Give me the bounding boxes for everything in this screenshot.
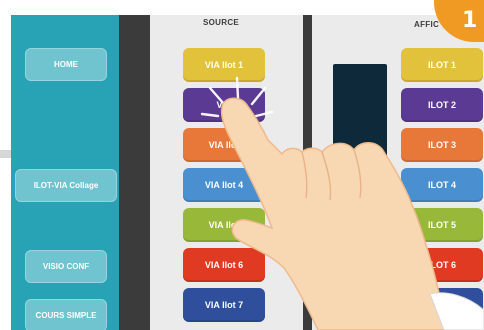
display-button-ilot-1[interactable]: ILOT 1 (401, 48, 483, 82)
display-button-ilot-2[interactable]: ILOT 2 (401, 88, 483, 122)
menu-cours-simple-button[interactable]: COURS SIMPLE (25, 299, 107, 330)
source-button-via-ilot-6[interactable]: VIA Ilot 6 (183, 248, 265, 282)
edge-divider (0, 150, 11, 158)
display-button-ilot-5[interactable]: ILOT 5 (401, 208, 483, 242)
menu-ilot-via-collage-button[interactable]: ILOT-VIA Collage (15, 169, 117, 202)
display-button-ilot-3[interactable]: ILOT 3 (401, 128, 483, 162)
source-column-title: SOURCE (203, 18, 240, 27)
display-button-ilot-7[interactable]: 7 (401, 288, 483, 322)
menu-home-button[interactable]: HOME (25, 48, 107, 81)
source-button-via-ilot-3[interactable]: VIA Ilot (183, 128, 265, 162)
source-button-via-ilot-1[interactable]: VIA Ilot 1 (183, 48, 265, 82)
display-button-ilot-6[interactable]: ILOT 6 (401, 248, 483, 282)
dark-separator-middle (303, 15, 312, 330)
source-button-via-ilot-5[interactable]: VIA Ilot (183, 208, 265, 242)
source-button-via-ilot-7[interactable]: VIA Ilot 7 (183, 288, 265, 322)
affichage-column-title: AFFIC (414, 20, 440, 29)
display-preview-screen (333, 64, 387, 160)
dark-separator-left (119, 15, 150, 330)
touch-panel-screen: HOME ILOT-VIA Collage VISIO CONF COURS S… (0, 0, 484, 330)
step-number: 1 (462, 8, 478, 33)
menu-visio-conf-button[interactable]: VISIO CONF (25, 250, 107, 283)
source-button-via-ilot-2[interactable]: VIA (183, 88, 265, 122)
display-button-ilot-4[interactable]: ILOT 4 (401, 168, 483, 202)
source-button-via-ilot-4[interactable]: VIA Ilot 4 (183, 168, 265, 202)
side-menu: HOME ILOT-VIA Collage VISIO CONF COURS S… (11, 15, 119, 330)
